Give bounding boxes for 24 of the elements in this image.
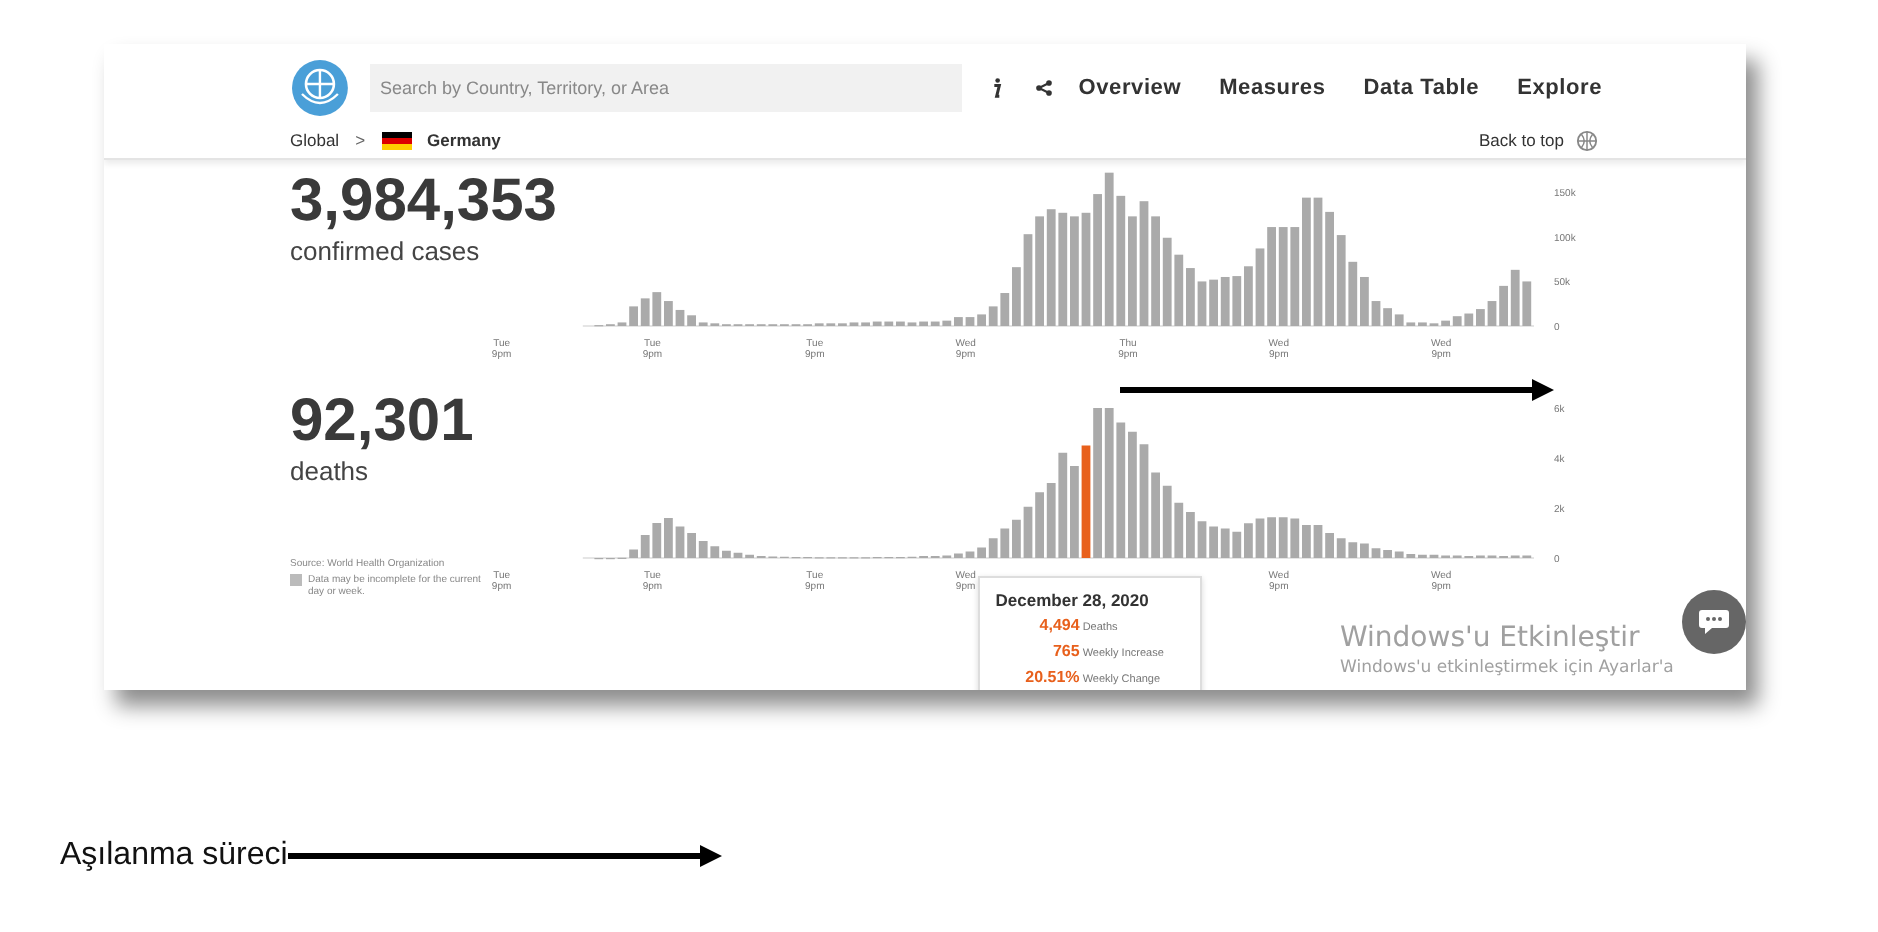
- statistic-value: 3,984,353: [290, 172, 557, 232]
- statistic-label: deaths: [290, 456, 371, 486]
- search-field[interactable]: Search by Country, Territory, or Area: [369, 64, 963, 112]
- activation-watermark-text: Windows'u etkinleştirmek için Ayarlar'a: [1340, 658, 1674, 678]
- breadcrumb-link[interactable]: Global: [290, 130, 340, 150]
- legend-swatch: [290, 574, 302, 586]
- flag-icon: [381, 131, 412, 149]
- globe-icon[interactable]: [1576, 129, 1598, 151]
- tooltip-date: December 28, 2020: [995, 590, 1151, 610]
- nav-link[interactable]: Data Table: [1363, 76, 1480, 100]
- caption-text: Aşılanma süreci: [60, 838, 288, 874]
- globe-laurel-logo-icon: [290, 58, 350, 118]
- nav-link[interactable]: Explore: [1517, 76, 1603, 100]
- share-icon[interactable]: [1034, 76, 1055, 100]
- breadcrumb-separator: >: [355, 130, 366, 150]
- back-to-top-link[interactable]: Back to top: [1478, 130, 1564, 150]
- chat-button[interactable]: [1682, 590, 1746, 654]
- activation-watermark-title: Windows'u Etkinleştir: [1340, 622, 1642, 654]
- nav-link[interactable]: Overview: [1078, 76, 1182, 100]
- nav-link[interactable]: Measures: [1219, 76, 1326, 100]
- statistic-value: 92,301: [290, 392, 474, 452]
- country-name: Germany: [427, 130, 501, 150]
- statistic-label: confirmed cases: [290, 236, 482, 266]
- speech-bubble-icon: [1698, 608, 1730, 636]
